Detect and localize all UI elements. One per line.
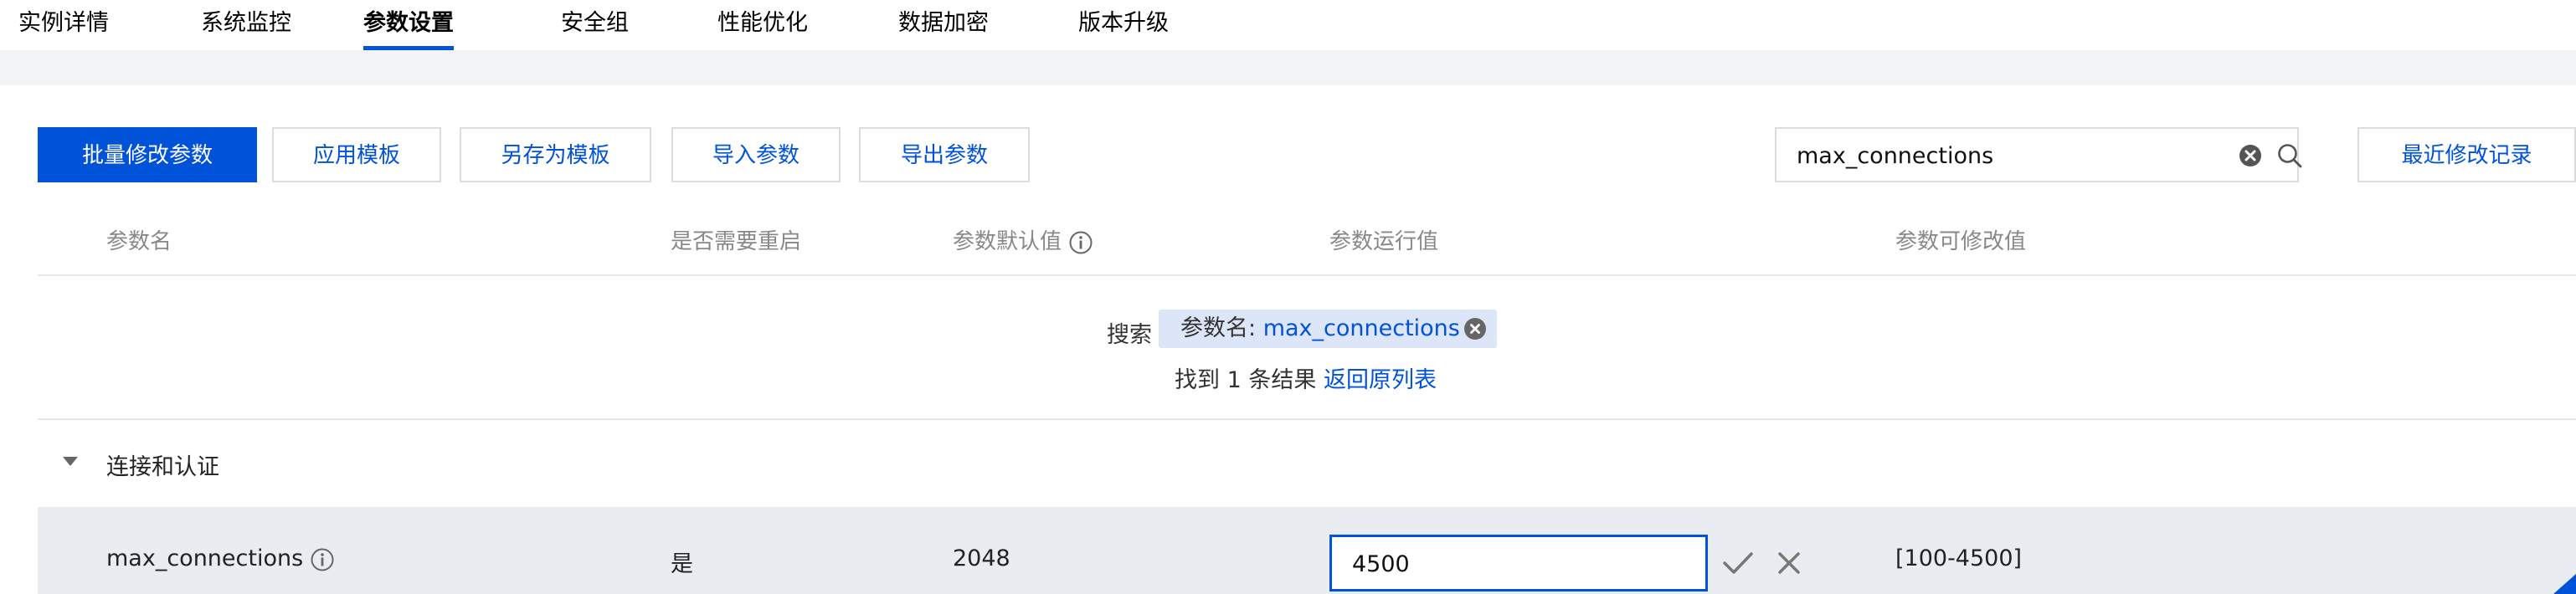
header-running-value: 参数运行值 bbox=[1329, 229, 1439, 254]
filter-tag-value: max_connections bbox=[1262, 315, 1460, 341]
row-param-name-label: max_connections bbox=[106, 545, 304, 571]
header-param-name: 参数名 bbox=[106, 229, 172, 254]
filter-tag: 参数名: max_connections bbox=[1159, 310, 1497, 348]
row-modifiable-range: [100-4500] bbox=[1895, 545, 2023, 571]
tab-instance-details[interactable]: 实例详情 bbox=[18, 5, 109, 50]
search-input[interactable] bbox=[1795, 129, 2167, 182]
tab-data-encryption[interactable]: 数据加密 bbox=[898, 5, 989, 50]
result-count: 找到 1 条结果 bbox=[1175, 367, 1317, 393]
header-default-value-label: 参数默认值 bbox=[953, 229, 1062, 254]
back-to-list-link[interactable]: 返回原列表 bbox=[1324, 361, 1437, 394]
group-label: 连接和认证 bbox=[106, 454, 219, 480]
row-param-name: max_connections bbox=[106, 545, 335, 572]
search-filter-label: 搜索 bbox=[1107, 322, 1152, 348]
row-restart-required: 是 bbox=[671, 551, 693, 577]
clear-circle-icon[interactable] bbox=[2238, 143, 2263, 168]
cancel-close-icon[interactable] bbox=[1776, 550, 1802, 576]
tab-parameter-settings[interactable]: 参数设置 bbox=[363, 5, 454, 50]
batch-modify-button[interactable]: 批量修改参数 bbox=[38, 127, 257, 182]
info-icon[interactable] bbox=[310, 547, 335, 572]
tab-system-monitor[interactable]: 系统监控 bbox=[201, 5, 291, 50]
remove-filter-icon[interactable] bbox=[1463, 317, 1487, 341]
running-value-editor bbox=[1329, 535, 1708, 591]
tab-performance-optimization[interactable]: 性能优化 bbox=[717, 5, 808, 50]
header-modifiable-range: 参数可修改值 bbox=[1895, 229, 2027, 254]
running-value-input[interactable] bbox=[1350, 537, 1689, 591]
filter-tag-key: 参数名: bbox=[1180, 315, 1257, 341]
row-default-value: 2048 bbox=[953, 545, 1010, 571]
save-as-template-button[interactable]: 另存为模板 bbox=[460, 127, 651, 182]
result-divider bbox=[38, 418, 2576, 420]
tab-version-upgrade[interactable]: 版本升级 bbox=[1078, 5, 1169, 50]
expand-caret-icon[interactable] bbox=[63, 457, 78, 466]
confirm-check-icon[interactable] bbox=[1722, 550, 1754, 576]
table-row bbox=[38, 507, 2576, 594]
info-icon[interactable] bbox=[1068, 230, 1093, 255]
recent-changes-button[interactable]: 最近修改记录 bbox=[2357, 127, 2576, 182]
tab-security-group[interactable]: 安全组 bbox=[561, 5, 629, 50]
top-tabs: 实例详情 系统监控 参数设置 安全组 性能优化 数据加密 版本升级 bbox=[0, 0, 2576, 50]
import-params-button[interactable]: 导入参数 bbox=[671, 127, 841, 182]
export-params-button[interactable]: 导出参数 bbox=[859, 127, 1030, 182]
search-box bbox=[1775, 127, 2302, 182]
page-separator bbox=[0, 50, 2576, 85]
header-default-value: 参数默认值 bbox=[953, 224, 1093, 255]
header-restart-required: 是否需要重启 bbox=[671, 229, 802, 254]
search-icon[interactable] bbox=[2276, 142, 2303, 169]
corner-indicator bbox=[2553, 574, 2576, 594]
apply-template-button[interactable]: 应用模板 bbox=[272, 127, 441, 182]
header-divider bbox=[38, 274, 2576, 276]
